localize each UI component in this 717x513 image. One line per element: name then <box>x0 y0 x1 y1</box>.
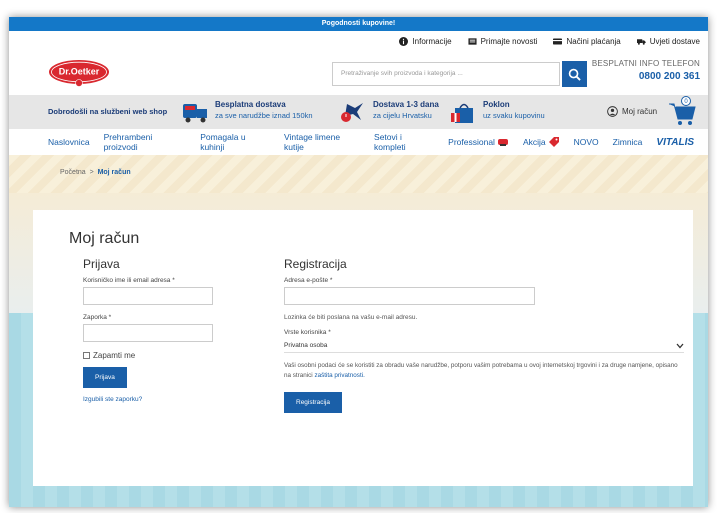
register-heading: Registracija <box>284 257 347 271</box>
account-label: Moj račun <box>622 107 658 116</box>
breadcrumb-home[interactable]: Početna <box>60 169 86 176</box>
privacy-text: Vaši osobni podaci će se koristiti za ob… <box>284 361 679 381</box>
username-input[interactable] <box>83 287 213 305</box>
lost-password-link[interactable]: Izgubili ste zaporku? <box>83 396 213 403</box>
login-button[interactable]: Prijava <box>83 367 127 388</box>
privacy-link[interactable]: zaštita privatnosti. <box>314 372 364 379</box>
register-button[interactable]: Registracija <box>284 392 342 413</box>
utility-label: Načini plaćanja <box>566 36 621 46</box>
remember-me-checkbox[interactable]: Zapamti me <box>83 351 213 360</box>
benefit-title: Dostava 1-3 dana <box>373 100 439 109</box>
dr-oetker-logo[interactable]: Dr.Oetker <box>48 59 110 87</box>
password-input[interactable] <box>83 324 213 342</box>
search-input[interactable]: Pretraživanje svih proizvoda i kategorij… <box>332 62 560 86</box>
utility-label: Uvjeti dostave <box>649 36 700 46</box>
nav-item-professional[interactable]: Professional <box>448 137 509 147</box>
register-form: Registracija Adresa e-pošte * Lozinka će… <box>284 257 684 413</box>
utility-delivery[interactable]: Uvjeti dostave <box>636 36 700 46</box>
nav-item-naslovnica[interactable]: Naslovnica <box>48 137 90 147</box>
nav-item-prehrambeni[interactable]: Prehrambeni proizvodi <box>104 132 187 152</box>
register-email-input[interactable] <box>284 287 535 305</box>
nav-item-novo[interactable]: NOVO <box>574 137 599 147</box>
utility-label: Primajte novosti <box>480 36 538 46</box>
breadcrumb-banner: Početna > Moj račun <box>9 155 708 193</box>
login-form: Prijava Korisničko ime ili email adresa … <box>83 257 213 403</box>
truck-icon <box>636 38 646 45</box>
nav-item-vitalis[interactable]: VITALIS <box>656 137 694 148</box>
benefit-subtitle: uz svaku kupovinu <box>483 111 545 120</box>
search-button[interactable] <box>562 61 587 87</box>
welcome-text: Dobrodošli na službeni web shop <box>48 107 168 116</box>
nav-item-pomagala[interactable]: Pomagala u kuhinji <box>200 132 270 152</box>
info-phone[interactable]: 0800 200 361 <box>592 71 700 82</box>
benefit-title: Poklon <box>483 100 510 109</box>
nav-label: Professional <box>448 137 495 147</box>
nav-item-vintage[interactable]: Vintage limene kutije <box>284 132 360 152</box>
checkbox-icon[interactable] <box>83 352 90 359</box>
password-label: Zaporka * <box>83 314 112 321</box>
login-heading: Prijava <box>83 257 120 271</box>
chef-hat-icon <box>497 139 508 146</box>
delivery-truck-icon <box>183 104 207 123</box>
nav-label: Akcija <box>522 137 546 147</box>
email-label: Adresa e-pošte * <box>284 277 333 284</box>
gift-bag-icon <box>451 103 473 123</box>
logo-text: Dr.Oetker <box>59 67 100 77</box>
main-nav: Naslovnica Prehrambeni proizvodi Pomagal… <box>9 129 708 155</box>
sale-tag-icon <box>548 137 559 147</box>
chevron-down-icon <box>676 343 684 348</box>
breadcrumb: Početna > Moj račun <box>60 169 131 176</box>
benefit-title: Besplatna dostava <box>215 100 286 109</box>
user-type-label: Vrste korisnika * <box>284 329 331 336</box>
user-icon <box>607 106 618 117</box>
password-note: Lozinka će biti poslana na vašu e-mail a… <box>284 314 418 321</box>
cart-icon[interactable]: 0 <box>666 95 698 127</box>
benefit-free-delivery: Besplatna dostava za sve narudžbe iznad … <box>181 100 313 124</box>
breadcrumb-current: Moj račun <box>97 169 131 176</box>
nav-item-setovi[interactable]: Setovi i kompleti <box>374 132 434 152</box>
breadcrumb-separator: > <box>89 169 94 176</box>
account-link[interactable]: Moj račun <box>607 106 657 117</box>
info-phone-block: BESPLATNI INFO TELEFON 0800 200 361 <box>592 59 700 82</box>
info-icon <box>399 36 409 46</box>
nav-item-zimnica[interactable]: Zimnica <box>613 137 643 147</box>
browser-frame: Pogodnosti kupovine! Informacije Primajt… <box>9 17 708 507</box>
search-icon <box>568 68 581 81</box>
card-icon <box>553 38 563 44</box>
utility-bar: Informacije Primajte novosti Načini plać… <box>9 31 708 51</box>
account-panel: Moj račun Prijava Korisničko ime ili ema… <box>33 210 693 486</box>
header: Dr.Oetker Pretraživanje svih proizvoda i… <box>9 51 708 95</box>
utility-label: Informacije <box>412 36 452 46</box>
utility-informacije[interactable]: Informacije <box>399 36 452 46</box>
remember-label: Zapamti me <box>93 351 136 360</box>
nav-item-akcija[interactable]: Akcija <box>523 137 560 147</box>
benefit-gift: Poklon uz svaku kupovinu <box>449 100 545 124</box>
user-type-value: Privatna osoba <box>284 342 328 349</box>
benefit-delivery-time: Dostava 1-3 dana za cijelu Hrvatsku <box>339 100 439 124</box>
utility-payment[interactable]: Načini plaćanja <box>553 36 621 46</box>
newsletter-icon <box>468 37 477 45</box>
username-label: Korisničko ime ili email adresa * <box>83 277 175 284</box>
user-type-select[interactable]: Privatna osoba <box>284 339 684 353</box>
promo-bar[interactable]: Pogodnosti kupovine! <box>9 17 708 31</box>
runner-clock-icon <box>341 103 363 122</box>
benefit-subtitle: za sve narudžbe iznad 150kn <box>215 111 313 120</box>
page-title: Moj račun <box>69 230 140 247</box>
utility-newsletter[interactable]: Primajte novosti <box>468 36 538 46</box>
benefit-subtitle: za cijelu Hrvatsku <box>373 111 432 120</box>
info-label: BESPLATNI INFO TELEFON <box>591 59 700 68</box>
benefits-bar: Dobrodošli na službeni web shop Besplatn… <box>9 95 708 129</box>
